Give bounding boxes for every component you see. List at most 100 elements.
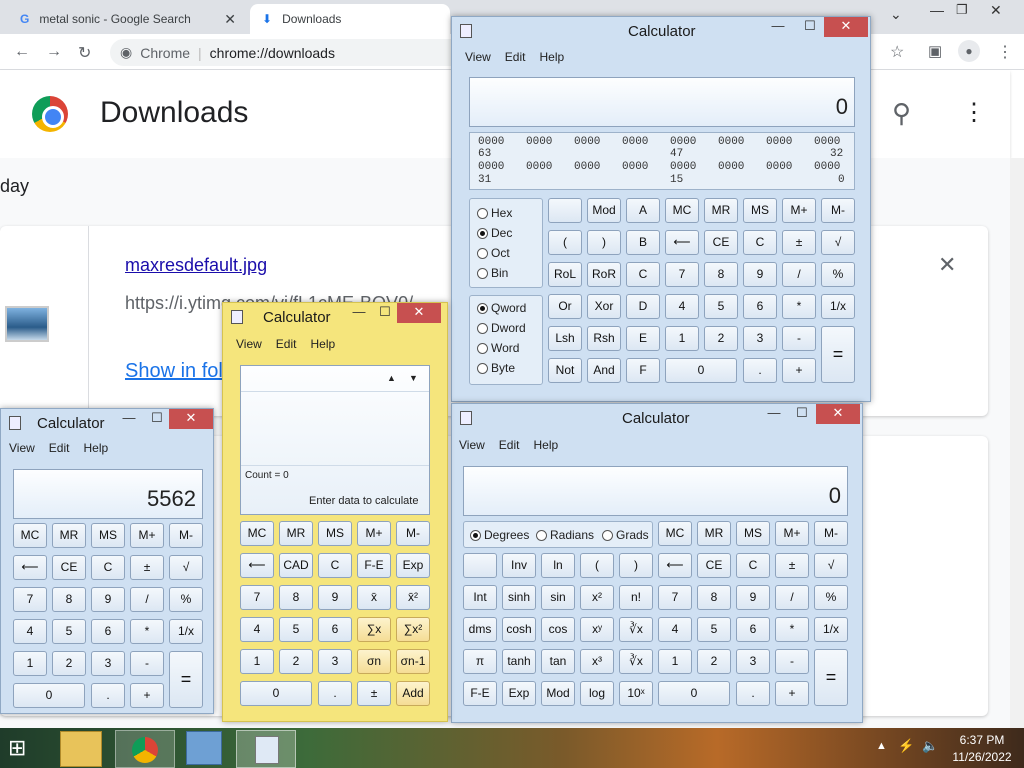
chrome-menu-icon[interactable]: ⋮ — [997, 42, 1013, 62]
radio-grads[interactable]: Grads — [602, 528, 649, 542]
calc-button-btn-blank[interactable] — [463, 553, 497, 578]
calc-button-btn-[interactable]: √ — [169, 555, 203, 580]
calc-button-btn-c[interactable]: C — [626, 262, 660, 287]
minimize-button[interactable]: — — [347, 303, 371, 323]
calc-button-btn-[interactable]: = — [814, 649, 848, 706]
calc-button-btn-or[interactable]: Or — [548, 294, 582, 319]
calc-button-btn-8[interactable]: 8 — [279, 585, 313, 610]
calc-button-btn-dms[interactable]: dms — [463, 617, 497, 642]
close-button[interactable]: ✕ — [397, 303, 441, 323]
download-filename-link[interactable]: maxresdefault.jpg — [125, 255, 267, 276]
minimize-button[interactable]: — — [117, 409, 141, 429]
tab-close-icon[interactable]: ✕ — [224, 11, 236, 28]
calc-button-btn-xor[interactable]: Xor — [587, 294, 621, 319]
calc-button-btn-x[interactable]: ∛x — [619, 649, 653, 674]
calc-button-btn-[interactable]: / — [130, 587, 164, 612]
calc-button-btn-[interactable]: ± — [775, 553, 809, 578]
calc-button-btn-x[interactable]: x̄² — [396, 585, 430, 610]
calc-button-btn-ln[interactable]: ln — [541, 553, 575, 578]
calc-button-btn-m[interactable]: M- — [169, 523, 203, 548]
calc-button-btn-[interactable]: . — [91, 683, 125, 708]
calc-button-btn-5[interactable]: 5 — [697, 617, 731, 642]
calc-button-btn-m[interactable]: M+ — [782, 198, 816, 223]
calc-button-btn-mod[interactable]: Mod — [587, 198, 621, 223]
calc-button-btn-5[interactable]: 5 — [704, 294, 738, 319]
calc-button-btn-[interactable]: = — [169, 651, 203, 708]
calc-button-btn-1[interactable]: 1 — [13, 651, 47, 676]
calc-button-btn-1x[interactable]: 1/x — [814, 617, 848, 642]
calc-button-btn-0[interactable]: 0 — [665, 358, 737, 383]
show-hidden-icons[interactable]: ▲ — [876, 740, 887, 752]
calc-button-btn-5[interactable]: 5 — [52, 619, 86, 644]
calc-button-btn-ror[interactable]: RoR — [587, 262, 621, 287]
calc-button-btn-[interactable]: + — [130, 683, 164, 708]
calc-button-btn-1[interactable]: 1 — [240, 649, 274, 674]
calc-button-btn-rol[interactable]: RoL — [548, 262, 582, 287]
menu-edit[interactable]: Edit — [276, 337, 297, 351]
calc-button-btn-[interactable]: ( — [580, 553, 614, 578]
calc-button-btn-c[interactable]: C — [743, 230, 777, 255]
calc-button-btn-mr[interactable]: MR — [704, 198, 738, 223]
calc-button-btn-log[interactable]: log — [580, 681, 614, 706]
calc-button-btn-ms[interactable]: MS — [318, 521, 352, 546]
calc-button-btn-[interactable]: + — [782, 358, 816, 383]
calc-button-btn-x[interactable]: ∛x — [619, 617, 653, 642]
calc-button-btn-9[interactable]: 9 — [318, 585, 352, 610]
calc-button-btn-tan[interactable]: tan — [541, 649, 575, 674]
calc-button-btn-cad[interactable]: CAD — [279, 553, 313, 578]
calc-button-btn-[interactable]: √ — [814, 553, 848, 578]
restore-icon[interactable]: ❐ — [956, 2, 968, 18]
menu-help[interactable]: Help — [310, 337, 335, 351]
calc-button-btn-ms[interactable]: MS — [91, 523, 125, 548]
calc-button-btn-1[interactable]: 1 — [665, 326, 699, 351]
clock-date[interactable]: 11/26/2022 — [950, 750, 1014, 764]
calc-button-btn-[interactable]: ⟵ — [665, 230, 699, 255]
calc-button-btn-7[interactable]: 7 — [13, 587, 47, 612]
calc-button-btn-ce[interactable]: CE — [704, 230, 738, 255]
calc-button-btn-2[interactable]: 2 — [279, 649, 313, 674]
calc-button-btn-[interactable]: . — [318, 681, 352, 706]
calc-button-btn-8[interactable]: 8 — [704, 262, 738, 287]
calc-button-btn-n[interactable]: σn — [357, 649, 391, 674]
calc-button-btn-6[interactable]: 6 — [743, 294, 777, 319]
calc-button-btn-d[interactable]: D — [626, 294, 660, 319]
calc-button-btn-2[interactable]: 2 — [697, 649, 731, 674]
calc-button-btn-3[interactable]: 3 — [736, 649, 770, 674]
radio-qword[interactable]: Qword — [477, 301, 526, 315]
calc-button-btn-4[interactable]: 4 — [13, 619, 47, 644]
radio-word[interactable]: Word — [477, 341, 519, 355]
reload-icon[interactable]: ↻ — [78, 43, 91, 63]
maximize-button[interactable]: ☐ — [798, 17, 822, 37]
calc-button-btn-c[interactable]: C — [91, 555, 125, 580]
calc-button-btn-mc[interactable]: MC — [665, 198, 699, 223]
calc-button-btn-1[interactable]: 1 — [658, 649, 692, 674]
calc-button-btn-mod[interactable]: Mod — [541, 681, 575, 706]
maximize-button[interactable]: ☐ — [373, 303, 397, 323]
taskbar-chrome-button[interactable] — [115, 730, 175, 768]
calc-button-btn-m[interactable]: M+ — [775, 521, 809, 546]
minimize-button[interactable]: — — [766, 17, 790, 37]
calc-button-btn-7[interactable]: 7 — [665, 262, 699, 287]
calc-button-btn-4[interactable]: 4 — [658, 617, 692, 642]
calc-button-btn-m[interactable]: M+ — [130, 523, 164, 548]
calc-button-btn-mr[interactable]: MR — [697, 521, 731, 546]
calc-button-btn-[interactable]: / — [775, 585, 809, 610]
profile-avatar-icon[interactable]: ● — [958, 40, 980, 62]
calc-button-btn-[interactable]: % — [814, 585, 848, 610]
calc-button-btn-[interactable]: - — [130, 651, 164, 676]
calc-button-btn-exp[interactable]: Exp — [502, 681, 536, 706]
calc-button-btn-mc[interactable]: MC — [658, 521, 692, 546]
close-button[interactable]: ✕ — [816, 404, 860, 424]
calc-button-btn-[interactable]: ) — [587, 230, 621, 255]
menu-help[interactable]: Help — [83, 441, 108, 455]
calc-button-btn-8[interactable]: 8 — [697, 585, 731, 610]
search-icon[interactable]: ⚲ — [892, 98, 911, 129]
menu-help[interactable]: Help — [533, 438, 558, 452]
radio-degrees[interactable]: Degrees — [470, 528, 529, 542]
calc-button-btn-x[interactable]: x³ — [580, 649, 614, 674]
calc-button-btn-[interactable]: √ — [821, 230, 855, 255]
calc-button-btn-x[interactable]: ∑x² — [396, 617, 430, 642]
radio-hex[interactable]: Hex — [477, 206, 512, 220]
calc-button-btn-[interactable]: + — [775, 681, 809, 706]
close-button[interactable]: ✕ — [824, 17, 868, 37]
